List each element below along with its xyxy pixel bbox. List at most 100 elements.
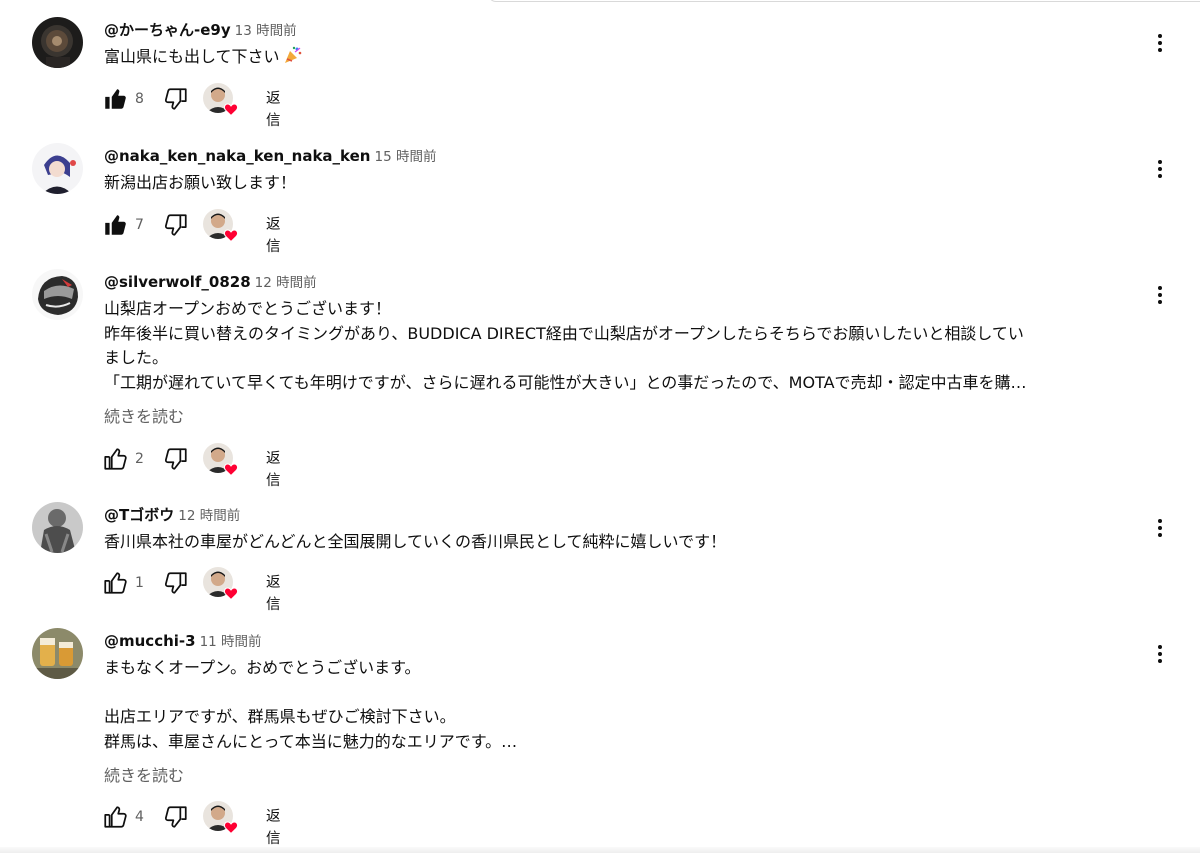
author-avatar[interactable] — [32, 628, 83, 679]
heart-icon — [224, 463, 238, 476]
dot — [1158, 652, 1162, 656]
creator-heart-badge — [203, 209, 238, 243]
thumb-down-icon — [164, 448, 187, 470]
comment-line: 富山県にも出して下さい — [104, 45, 1134, 73]
comment-line: 山梨店オープンおめでとうございます！ — [104, 299, 392, 318]
author-name[interactable]: @Tゴボウ — [104, 506, 174, 524]
thumb-up-icon — [104, 806, 127, 828]
dislike-button[interactable] — [161, 802, 191, 832]
comment-header: @かーちゃん-e9y 13 時間前 — [104, 20, 297, 41]
comment-line: ました。 — [104, 348, 169, 367]
creator-heart-badge — [203, 801, 238, 835]
comment-line-blank — [104, 681, 1134, 706]
dislike-button[interactable] — [161, 210, 191, 240]
more-actions-button[interactable] — [1146, 155, 1174, 183]
dot — [1158, 174, 1162, 178]
comment-line: 昨年後半に買い替えのタイミングがあり、BUDDICA DIRECT経由で山梨店が… — [104, 323, 1024, 343]
thumb-up-filled-icon — [105, 215, 126, 235]
reply-button[interactable]: 返信 — [264, 806, 283, 850]
search-panel-edge — [488, 0, 1200, 2]
thumb-down-icon — [164, 572, 187, 594]
reply-button[interactable]: 返信 — [264, 572, 283, 616]
like-count: 8 — [135, 91, 144, 107]
author-name[interactable]: @かーちゃん-e9y — [104, 21, 231, 39]
thumb-up-filled-icon — [105, 89, 126, 109]
thumb-up-icon — [104, 448, 127, 470]
comment-line: 出店エリアですが、群馬県もぜひご検討下さい。 — [104, 707, 456, 726]
comment-line: 新潟出店お願い致します！ — [104, 173, 297, 192]
read-more-link[interactable]: 続きを読む — [104, 406, 184, 428]
comment-text: 香川県本社の車屋がどんどんと全国展開していくの香川県民として純粋に嬉しいです！ — [104, 530, 1134, 555]
dot — [1158, 160, 1162, 164]
read-more-link[interactable]: 続きを読む — [104, 765, 184, 787]
like-count: 4 — [135, 809, 144, 825]
comment-text: まもなくオープン。おめでとうございます。 出店エリアですが、群馬県もぜひご検討下… — [104, 656, 1134, 754]
creator-heart-badge — [203, 83, 238, 117]
author-avatar[interactable] — [32, 17, 83, 68]
author-avatar[interactable] — [32, 269, 83, 320]
heart-icon — [224, 587, 238, 600]
comment-line: まもなくオープン。おめでとうございます。 — [104, 658, 421, 677]
reply-button[interactable]: 返信 — [264, 214, 283, 258]
comment-time[interactable]: 15 時間前 — [374, 149, 436, 165]
like-count: 1 — [135, 575, 144, 591]
like-button[interactable] — [100, 84, 130, 114]
comment-time[interactable]: 11 時間前 — [200, 634, 262, 650]
comment-header: @Tゴボウ 12 時間前 — [104, 505, 240, 526]
thumb-down-icon — [164, 88, 187, 110]
heart-icon — [224, 229, 238, 242]
dot — [1158, 293, 1162, 297]
dot — [1158, 48, 1162, 52]
comment-line: 香川県本社の車屋がどんどんと全国展開していくの香川県民として純粋に嬉しいです！ — [104, 532, 727, 551]
heart-icon — [224, 821, 238, 834]
more-actions-button[interactable] — [1146, 281, 1174, 309]
bottom-edge — [0, 847, 1200, 853]
like-count: 7 — [135, 217, 144, 233]
author-name[interactable]: @mucchi-3 — [104, 632, 196, 650]
more-actions-button[interactable] — [1146, 640, 1174, 668]
author-name[interactable]: @silverwolf_0828 — [104, 273, 251, 291]
comment-time[interactable]: 13 時間前 — [235, 23, 297, 39]
comment-line: 「工期が遅れていて早くても年明けですが、さらに遅れる可能性が大きい」との事だった… — [104, 372, 1027, 392]
party-popper-icon — [283, 45, 303, 73]
more-actions-button[interactable] — [1146, 29, 1174, 57]
like-count: 2 — [135, 451, 144, 467]
dot — [1158, 533, 1162, 537]
thumb-down-icon — [164, 214, 187, 236]
comment-text: 山梨店オープンおめでとうございます！ 昨年後半に買い替えのタイミングがあり、BU… — [104, 297, 1134, 395]
comment-text: 富山県にも出して下さい — [104, 45, 1134, 73]
dot — [1158, 526, 1162, 530]
thumb-down-icon — [164, 806, 187, 828]
comment-time[interactable]: 12 時間前 — [178, 508, 240, 524]
dislike-button[interactable] — [161, 444, 191, 474]
like-button[interactable] — [100, 568, 130, 598]
dot — [1158, 286, 1162, 290]
dot — [1158, 645, 1162, 649]
comment-text: 新潟出店お願い致します！ — [104, 171, 1134, 196]
heart-icon — [224, 103, 238, 116]
author-avatar[interactable] — [32, 502, 83, 553]
dislike-button[interactable] — [161, 84, 191, 114]
author-avatar[interactable] — [32, 143, 83, 194]
dot — [1158, 659, 1162, 663]
author-name[interactable]: @naka_ken_naka_ken_naka_ken — [104, 147, 370, 165]
reply-button[interactable]: 返信 — [264, 88, 283, 132]
like-button[interactable] — [100, 444, 130, 474]
comment-header: @silverwolf_0828 12 時間前 — [104, 272, 317, 293]
comment-header: @naka_ken_naka_ken_naka_ken 15 時間前 — [104, 146, 436, 167]
comment-header: @mucchi-3 11 時間前 — [104, 631, 262, 652]
reply-button[interactable]: 返信 — [264, 448, 283, 492]
creator-heart-badge — [203, 567, 238, 601]
dot — [1158, 300, 1162, 304]
more-actions-button[interactable] — [1146, 514, 1174, 542]
dot — [1158, 519, 1162, 523]
like-button[interactable] — [100, 210, 130, 240]
comment-time[interactable]: 12 時間前 — [255, 275, 317, 291]
dislike-button[interactable] — [161, 568, 191, 598]
comment-line-text: 富山県にも出して下さい — [104, 47, 280, 66]
dot — [1158, 41, 1162, 45]
comment-line: 群馬は、車屋さんにとって本当に魅力的なエリアです。… — [104, 731, 518, 751]
thumb-up-icon — [104, 572, 127, 594]
like-button[interactable] — [100, 802, 130, 832]
creator-heart-badge — [203, 443, 238, 477]
